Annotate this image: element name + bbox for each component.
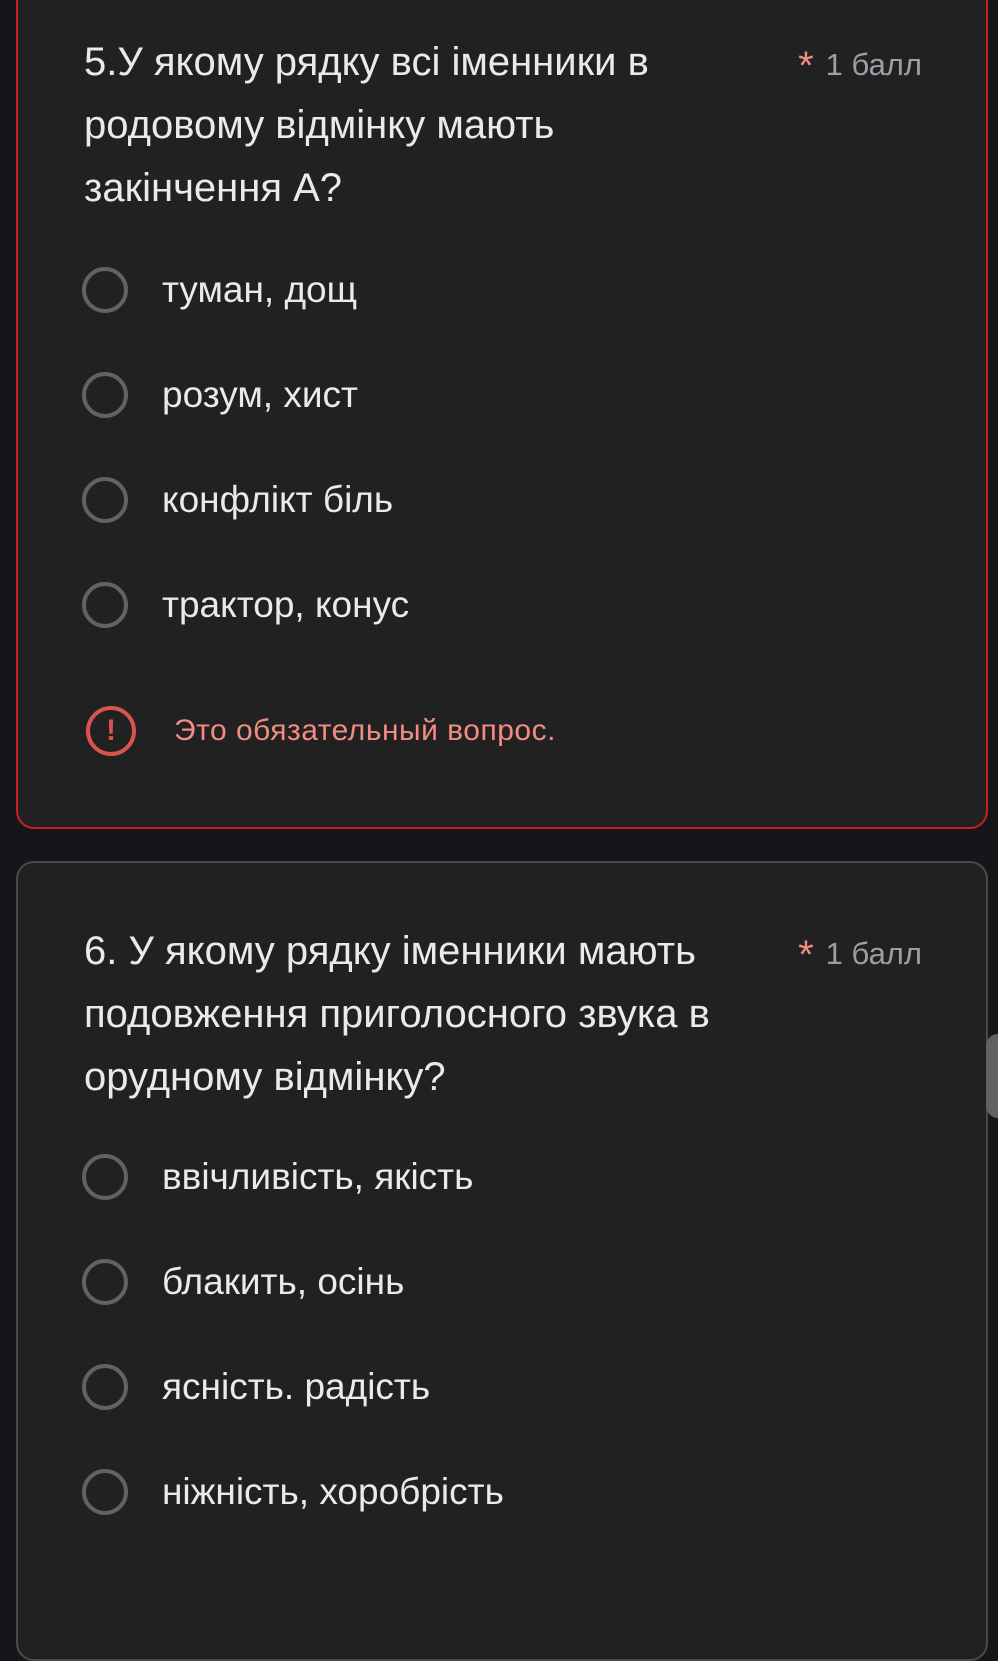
radio-button[interactable] xyxy=(82,477,128,523)
option-tuman-doshch[interactable]: туман, дощ xyxy=(82,260,357,320)
question-title: 6. У якому рядку іменники мають подовжен… xyxy=(84,929,710,1099)
option-yasnist-radist[interactable]: ясність. радість xyxy=(82,1357,430,1417)
error-message: Это обязательный вопрос. xyxy=(174,714,556,747)
option-label: конфлікт біль xyxy=(162,479,394,520)
question-points: * 1 балл xyxy=(798,40,922,88)
option-label: туман, дощ xyxy=(162,269,358,310)
question-title: 5.У якому рядку всі іменники в родовому … xyxy=(84,40,649,210)
option-label: ввічливість, якість xyxy=(162,1156,474,1197)
option-label: блакить, осінь xyxy=(162,1261,405,1302)
points-label: 1 балл xyxy=(825,936,922,971)
option-vvichlyvist-yakist[interactable]: ввічливість, якість xyxy=(82,1147,473,1207)
option-label: ніжність, хоробрість xyxy=(162,1471,504,1512)
required-asterisk: * xyxy=(798,44,814,88)
radio-button[interactable] xyxy=(82,1364,128,1410)
radio-button[interactable] xyxy=(82,1154,128,1200)
required-error: ! Это обязательный вопрос. xyxy=(86,706,556,756)
option-blakyt-osin[interactable]: блакить, осінь xyxy=(82,1252,404,1312)
radio-button[interactable] xyxy=(82,582,128,628)
scrollbar-handle[interactable] xyxy=(986,1034,998,1118)
option-label: ясність. радість xyxy=(162,1366,431,1407)
radio-button[interactable] xyxy=(82,1259,128,1305)
radio-button[interactable] xyxy=(82,267,128,313)
points-label: 1 балл xyxy=(825,47,922,82)
error-icon: ! xyxy=(86,706,136,756)
radio-button[interactable] xyxy=(82,372,128,418)
question-points: * 1 балл xyxy=(798,929,922,977)
question-card-5: 5.У якому рядку всі іменники в родовому … xyxy=(16,0,988,829)
option-label: трактор, конус xyxy=(162,584,410,625)
option-rozum-khyst[interactable]: розум, хист xyxy=(82,365,358,425)
option-nizhnist-khorobrist[interactable]: ніжність, хоробрість xyxy=(82,1462,504,1522)
radio-button[interactable] xyxy=(82,1469,128,1515)
option-label: розум, хист xyxy=(162,374,358,415)
option-traktor-konus[interactable]: трактор, конус xyxy=(82,575,409,635)
required-asterisk: * xyxy=(798,933,814,977)
question-card-6: 6. У якому рядку іменники мають подовжен… xyxy=(16,861,988,1661)
option-konflikt-bil[interactable]: конфлікт біль xyxy=(82,470,393,530)
